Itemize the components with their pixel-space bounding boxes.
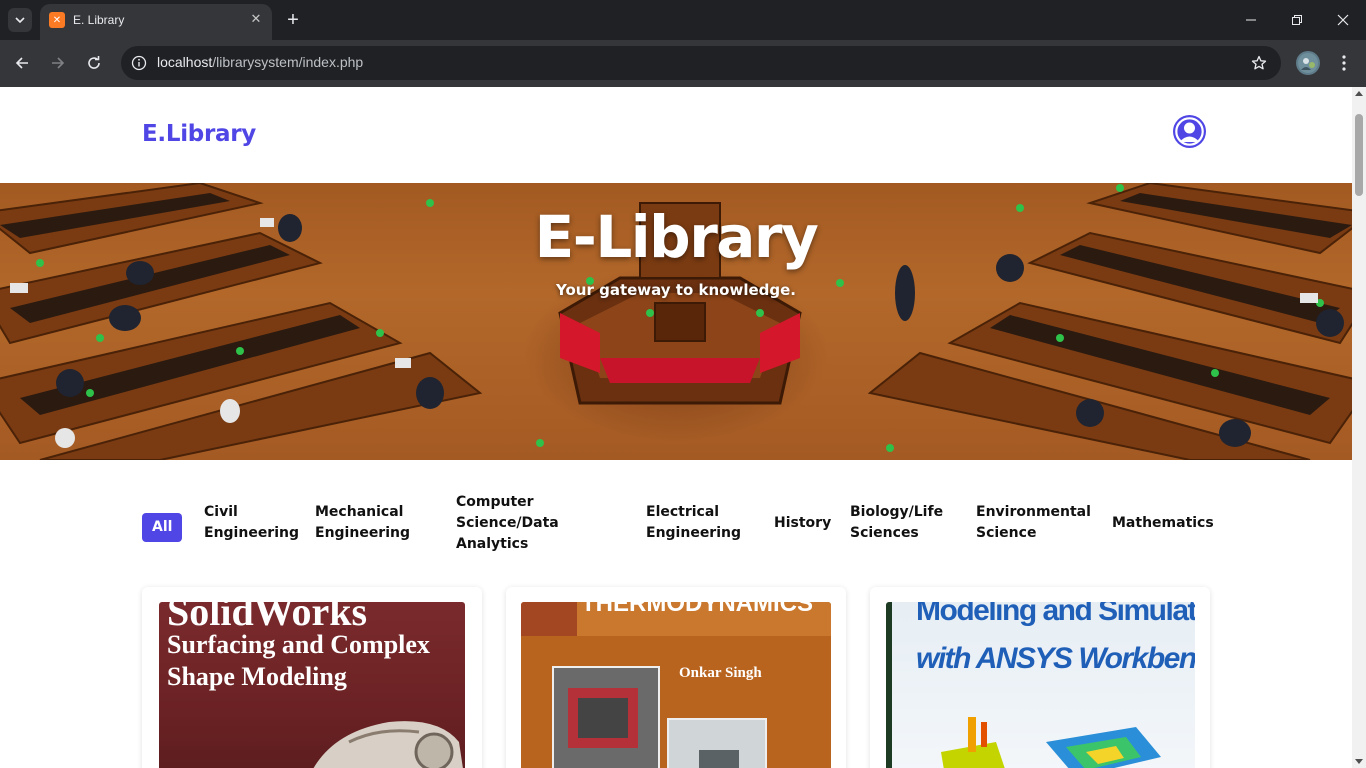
engine-photo <box>552 666 660 768</box>
browser-tab-strip: ✕ E. Library ✕ + <box>0 0 1366 40</box>
filter-computer-science[interactable]: Computer Science/Data Analytics <box>456 492 596 555</box>
reload-icon <box>88 56 100 69</box>
filter-all[interactable]: All <box>142 513 183 542</box>
address-bar[interactable]: localhost/librarysystem/index.php <box>121 46 1281 80</box>
filter-history[interactable]: History <box>774 513 831 534</box>
book-cover-image: SolidWorks Surfacing and Complex Shape M… <box>159 602 465 768</box>
filter-civil-engineering[interactable]: Civil Engineering <box>204 502 304 544</box>
profile-avatar[interactable] <box>1296 51 1320 75</box>
url-host: localhost <box>157 54 213 70</box>
hero-subtitle: Your gateway to knowledge. <box>556 281 796 299</box>
site-header: E.Library <box>0 87 1352 183</box>
book-cover-subtitle-line2: Shape Modeling <box>167 662 347 691</box>
user-icon <box>1175 117 1204 146</box>
scroll-up-arrow-icon[interactable] <box>1355 91 1363 96</box>
new-tab-plus-icon[interactable]: + <box>283 10 303 30</box>
book-card[interactable]: Modeling and Simulation with ANSYS Workb… <box>870 587 1210 768</box>
close-window-button[interactable] <box>1320 0 1366 40</box>
xampp-favicon-icon: ✕ <box>49 12 65 28</box>
hero-banner: E-Library Your gateway to knowledge. <box>0 183 1352 460</box>
restore-window-button[interactable] <box>1274 0 1320 40</box>
bookmark-star-icon[interactable] <box>1249 53 1269 73</box>
minimize-icon <box>1246 19 1256 21</box>
car-model-illustration-icon <box>313 721 463 768</box>
reload-button[interactable] <box>82 51 106 75</box>
url-text[interactable]: localhost/librarysystem/index.php <box>157 54 363 70</box>
minimize-window-button[interactable] <box>1228 0 1274 40</box>
filter-electrical-engineering[interactable]: Electrical Engineering <box>646 502 756 544</box>
user-account-button[interactable] <box>1173 115 1206 148</box>
page-content: E.Library E-Library Your gateway to know… <box>0 87 1352 768</box>
kebab-menu-icon <box>1342 55 1346 71</box>
site-info-icon[interactable] <box>129 53 149 73</box>
category-filters: All Civil Engineering Mechanical Enginee… <box>142 487 1222 567</box>
scrollbar-thumb[interactable] <box>1355 114 1363 196</box>
close-icon <box>1337 14 1349 26</box>
tab-title: E. Library <box>73 13 125 27</box>
simulation-mesh-illustration-icon <box>941 717 1161 768</box>
plant-photo <box>667 718 767 768</box>
filter-biology[interactable]: Biology/Life Sciences <box>850 502 950 544</box>
site-logo[interactable]: E.Library <box>142 121 256 147</box>
filter-environmental-science[interactable]: Environmental Science <box>976 502 1091 544</box>
book-cover-title: THERMODYNAMICS <box>581 602 813 617</box>
book-cover-subtitle: with ANSYS Workbench <box>916 642 1195 675</box>
hero-title: E-Library <box>534 203 819 271</box>
restore-icon <box>1292 15 1302 25</box>
profile-picture-icon <box>1298 53 1318 73</box>
book-cover-subtitle-line1: Surfacing and Complex <box>167 630 430 659</box>
back-button[interactable] <box>10 51 34 75</box>
book-cover-image: Modeling and Simulation with ANSYS Workb… <box>886 602 1195 768</box>
arrow-left-icon <box>15 57 28 69</box>
tab-search-button[interactable] <box>8 8 32 32</box>
browser-tab-active[interactable]: ✕ E. Library ✕ <box>40 4 272 40</box>
book-cover-image: THERMODYNAMICS Onkar Singh <box>521 602 831 768</box>
book-cover-title: Modeling and Simulation <box>916 602 1195 627</box>
url-path: /librarysystem/index.php <box>212 54 364 70</box>
book-cover-author: Onkar Singh <box>679 665 762 681</box>
chevron-down-icon <box>15 17 25 23</box>
book-card[interactable]: SolidWorks Surfacing and Complex Shape M… <box>142 587 482 768</box>
forward-button[interactable] <box>46 51 70 75</box>
browser-menu-button[interactable] <box>1334 51 1354 75</box>
browser-toolbar: localhost/librarysystem/index.php <box>0 40 1366 87</box>
arrow-right-icon <box>52 57 65 69</box>
page-scrollbar[interactable] <box>1352 87 1366 768</box>
close-tab-icon[interactable]: ✕ <box>248 12 264 28</box>
filter-mathematics[interactable]: Mathematics <box>1112 513 1214 534</box>
scroll-down-arrow-icon[interactable] <box>1355 759 1363 764</box>
filter-mechanical-engineering[interactable]: Mechanical Engineering <box>315 502 435 544</box>
book-card[interactable]: THERMODYNAMICS Onkar Singh <box>506 587 846 768</box>
